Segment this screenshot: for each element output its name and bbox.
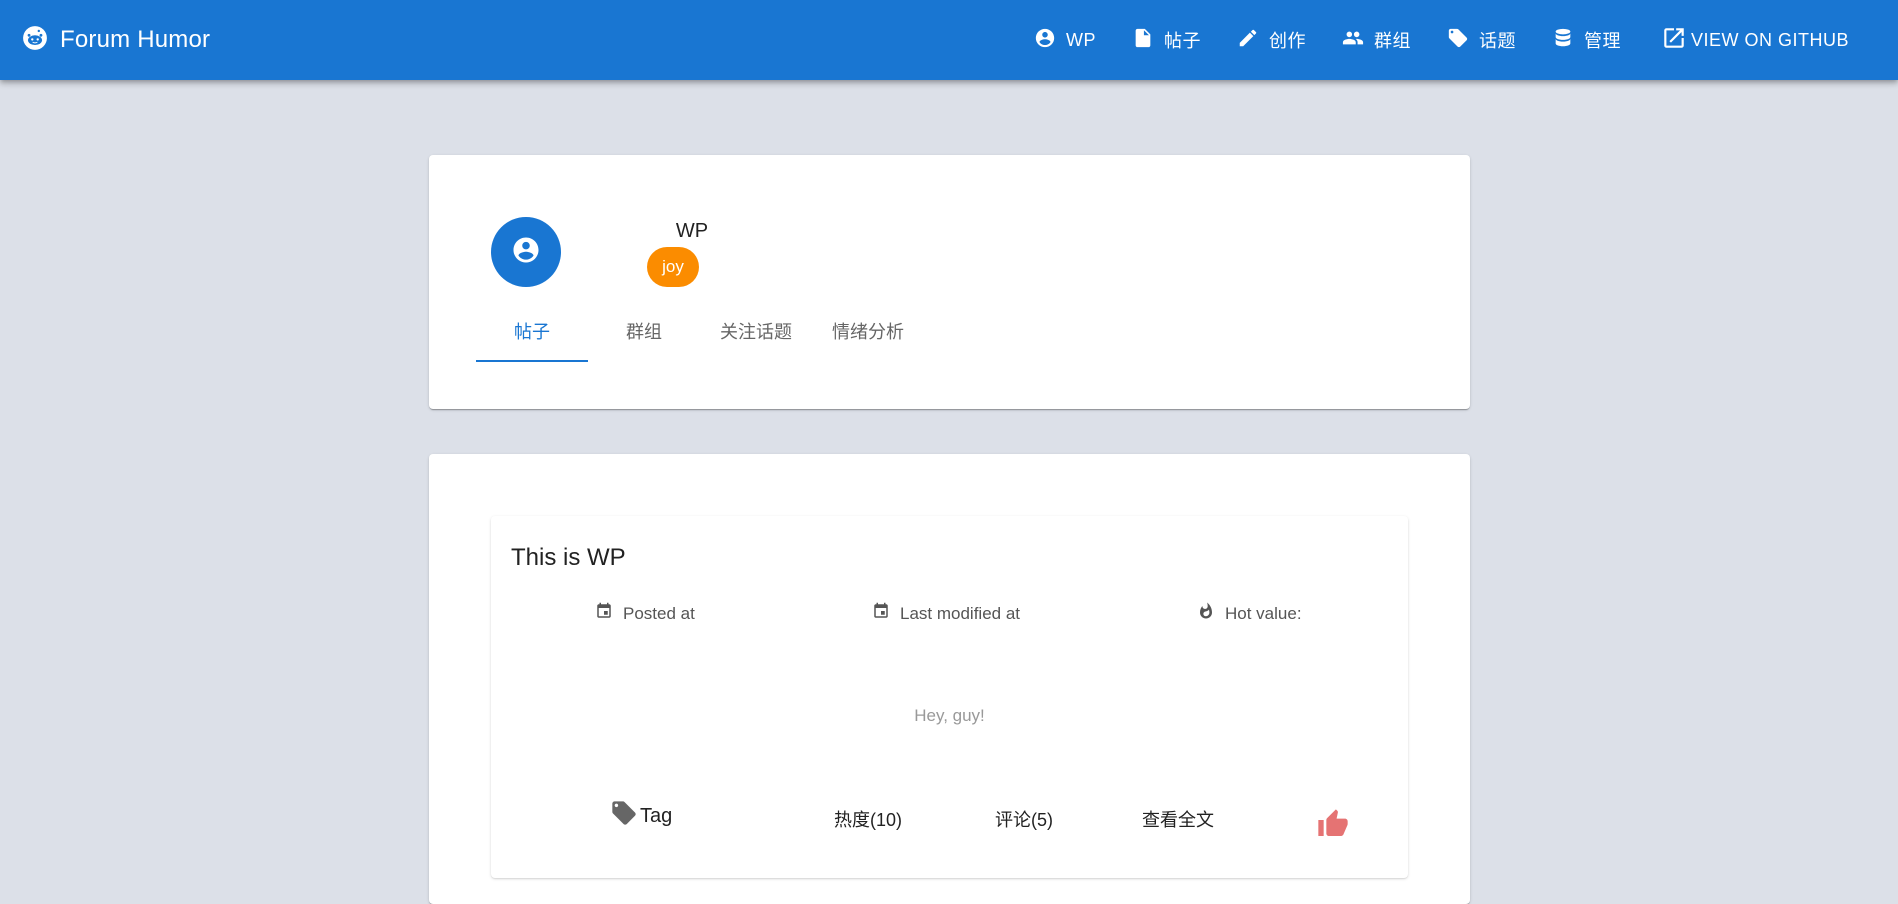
calendar-icon (872, 602, 890, 625)
nav-label: 话题 (1478, 31, 1516, 51)
view-on-github-link[interactable]: VIEW ON GITHUB (1639, 0, 1898, 80)
nav-label: 帖子 (1163, 31, 1201, 51)
read-more-link[interactable]: 查看全文 (1142, 806, 1214, 832)
nav-label: 创作 (1268, 31, 1306, 51)
tab-posts[interactable]: 帖子 (476, 300, 588, 362)
posted-at-label: Posted at (623, 603, 695, 623)
post-item: This is WP Posted at Last modified at Ho… (491, 516, 1408, 878)
nav-item-groups[interactable]: 群组 (1324, 0, 1429, 80)
nav-label: WP (1065, 29, 1096, 50)
brand[interactable]: Forum Humor (22, 0, 210, 80)
last-modified: Last modified at (872, 602, 1020, 625)
last-modified-label: Last modified at (900, 603, 1021, 623)
account-circle-icon (1034, 27, 1056, 54)
open-in-new-icon (1661, 25, 1687, 56)
profile-card: WP joy 帖子 群组 关注话题 情绪分析 (429, 155, 1470, 409)
nav-item-posts[interactable]: 帖子 (1114, 0, 1219, 80)
tab-followed-topics[interactable]: 关注话题 (700, 300, 812, 362)
tag-label: Tag (640, 804, 673, 827)
tag-icon (610, 799, 638, 833)
nav-item-admin[interactable]: 管理 (1534, 0, 1639, 80)
heat-count[interactable]: 热度(10) (834, 806, 902, 832)
nav-item-topics[interactable]: 话题 (1429, 0, 1534, 80)
like-button[interactable] (1317, 808, 1349, 840)
tab-emotion-analysis[interactable]: 情绪分析 (812, 300, 924, 362)
user-name: WP (675, 220, 709, 242)
nav-label: 管理 (1583, 31, 1621, 51)
posted-at: Posted at (595, 602, 695, 625)
comment-count[interactable]: 评论(5) (995, 806, 1053, 832)
github-label: VIEW ON GITHUB (1690, 29, 1849, 50)
app-bar: Forum Humor WP 帖子 创作 群组 话题 管理 VIEW ON GI… (0, 0, 1898, 80)
tag-button[interactable]: Tag (610, 799, 672, 833)
nav-label: 群组 (1373, 31, 1411, 51)
nav-item-create[interactable]: 创作 (1219, 0, 1324, 80)
top-nav: WP 帖子 创作 群组 话题 管理 VIEW ON GITHUB (1016, 0, 1898, 80)
database-icon (1552, 27, 1574, 54)
fire-icon (1197, 602, 1215, 625)
group-icon (1342, 27, 1364, 54)
reddit-logo-icon (22, 25, 48, 56)
post-title[interactable]: This is WP (511, 544, 626, 572)
post-body: Hey, guy! (914, 706, 985, 725)
tab-groups[interactable]: 群组 (588, 300, 700, 362)
account-circle-icon (511, 235, 541, 270)
mood-chip: joy (647, 247, 699, 287)
posts-card: This is WP Posted at Last modified at Ho… (429, 454, 1470, 904)
tag-icon (1447, 27, 1469, 54)
file-icon (1132, 27, 1154, 54)
calendar-icon (595, 602, 613, 625)
profile-tabs: 帖子 群组 关注话题 情绪分析 (476, 300, 924, 362)
thumb-up-icon (1317, 809, 1349, 844)
avatar[interactable] (491, 217, 561, 287)
pencil-icon (1237, 27, 1259, 54)
hot-value-label: Hot value: (1225, 603, 1302, 623)
app-title: Forum Humor (60, 26, 211, 53)
nav-item-user[interactable]: WP (1016, 0, 1114, 80)
hot-value: Hot value: (1197, 602, 1302, 625)
